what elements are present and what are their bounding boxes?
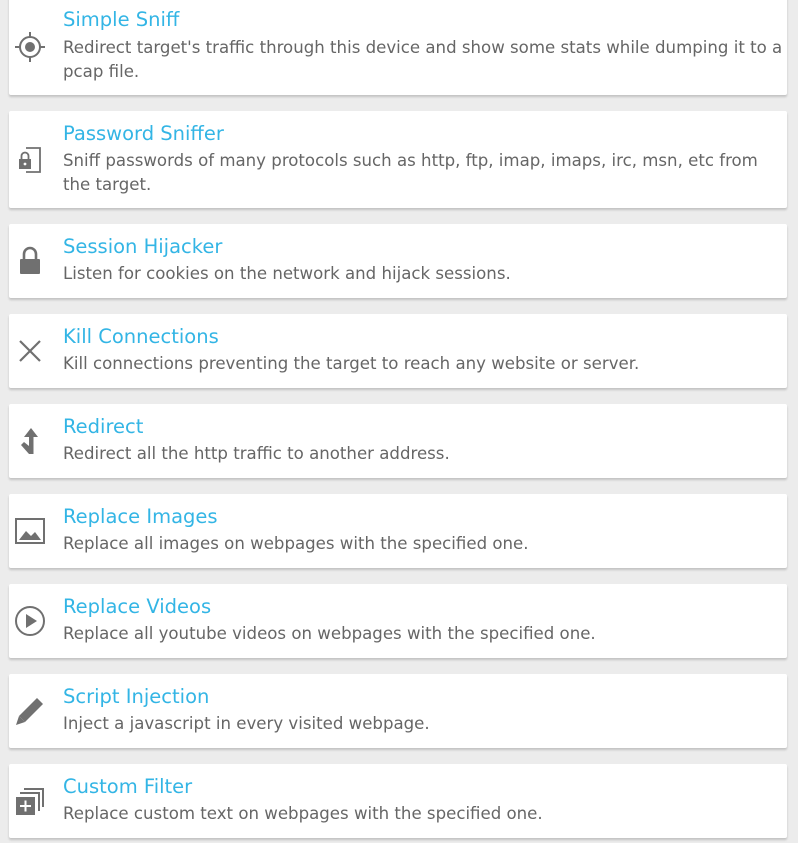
list-item-replace-videos[interactable]: Replace Videos Replace all youtube video…: [9, 584, 787, 658]
plugin-list: Simple Sniff Redirect target's traffic t…: [0, 0, 798, 843]
item-title: Replace Images: [63, 505, 218, 528]
list-item-redirect[interactable]: Redirect Redirect all the http traffic t…: [9, 404, 787, 478]
add-to-stack-icon: [13, 784, 47, 818]
list-item-session-hijacker[interactable]: Session Hijacker Listen for cookies on t…: [9, 224, 787, 298]
item-title: Simple Sniff: [63, 8, 180, 31]
item-description: Replace all images on webpages with the …: [63, 534, 529, 553]
list-item-password-sniffer[interactable]: Password Sniffer Sniff passwords of many…: [9, 111, 787, 208]
item-title: Kill Connections: [63, 325, 219, 348]
item-description: Listen for cookies on the network and hi…: [63, 264, 511, 283]
item-title: Custom Filter: [63, 775, 193, 798]
play-icon: [13, 604, 47, 638]
item-description: Replace custom text on webpages with the…: [63, 804, 543, 823]
item-description: Replace all youtube videos on webpages w…: [63, 624, 596, 643]
item-title: Session Hijacker: [63, 235, 223, 258]
item-description: Redirect all the http traffic to another…: [63, 444, 450, 463]
item-description: Sniff passwords of many protocols such a…: [63, 151, 758, 194]
item-title: Redirect: [63, 415, 144, 438]
item-description: Kill connections preventing the target t…: [63, 354, 640, 373]
list-item-custom-filter[interactable]: Custom Filter Replace custom text on web…: [9, 764, 787, 838]
lock-icon: [13, 244, 47, 278]
password-lock-icon: [13, 143, 47, 177]
close-icon: [13, 334, 47, 368]
list-item-kill-connections[interactable]: Kill Connections Kill connections preven…: [9, 314, 787, 388]
pencil-icon: [13, 694, 47, 728]
item-title: Password Sniffer: [63, 122, 224, 145]
list-item-replace-images[interactable]: Replace Images Replace all images on web…: [9, 494, 787, 568]
item-description: Inject a javascript in every visited web…: [63, 714, 430, 733]
item-description: Redirect target's traffic through this d…: [63, 38, 783, 81]
gps-target-icon: [13, 30, 47, 64]
item-title: Replace Videos: [63, 595, 212, 618]
list-item-simple-sniff[interactable]: Simple Sniff Redirect target's traffic t…: [9, 0, 787, 95]
redirect-arrow-icon: [13, 424, 47, 458]
item-title: Script Injection: [63, 685, 210, 708]
list-item-script-injection[interactable]: Script Injection Inject a javascript in …: [9, 674, 787, 748]
image-icon: [13, 514, 47, 548]
